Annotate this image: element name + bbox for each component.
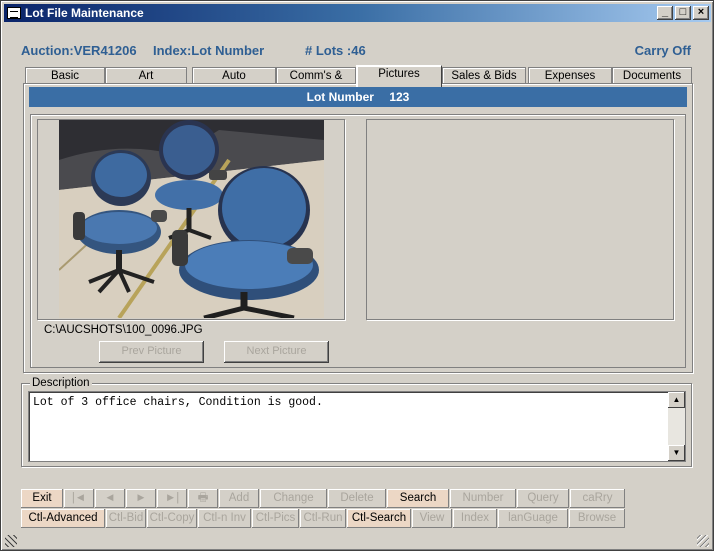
ctl-run-button[interactable]: Ctl-Run [300, 509, 346, 528]
auction-header: Auction:VER41206 Index:Lot Number # Lots… [21, 43, 691, 61]
delete-button[interactable]: Delete [328, 489, 386, 508]
prev-record-icon[interactable]: ◄ [95, 489, 125, 508]
description-group: Description Lot of 3 office chairs, Cond… [21, 377, 692, 467]
scroll-down-icon[interactable]: ▼ [668, 445, 685, 461]
resize-grip[interactable] [697, 535, 709, 547]
minimize-button[interactable]: _ [657, 6, 673, 20]
index-label: Index:Lot Number [153, 43, 265, 58]
query-button[interactable]: Query [517, 489, 569, 508]
add-button[interactable]: Add [219, 489, 259, 508]
lot-file-maintenance-window: Lot File Maintenance _ □ × Auction:VER41… [0, 0, 714, 551]
next-picture-button[interactable]: Next Picture [224, 341, 329, 363]
picture-slot-1[interactable] [37, 119, 345, 320]
ctl-copy-button[interactable]: Ctl-Copy [147, 509, 197, 528]
picture-filename: C:\AUCSHOTS\100_0096.JPG [44, 324, 203, 336]
pictures-panel: Lot Number 123 C:\AUCSHOTS\100_0096.JPG … [23, 83, 693, 373]
lot-number-label: Lot Number [306, 90, 374, 104]
maximize-button[interactable]: □ [675, 6, 691, 20]
browse-button[interactable]: Browse [569, 509, 625, 528]
corner-grip-left [5, 535, 17, 547]
app-icon [7, 7, 21, 19]
auction-label: Auction:VER41206 [21, 43, 137, 58]
picture-slot-2[interactable] [366, 119, 674, 320]
command-toolbar: Exit |◄ ◄ ► ►| 🖶 Add Change Delete Searc… [21, 489, 631, 529]
first-record-icon[interactable]: |◄ [64, 489, 94, 508]
description-textarea[interactable]: Lot of 3 office chairs, Condition is goo… [28, 391, 686, 462]
description-scrollbar[interactable]: ▲ ▼ [668, 392, 685, 461]
close-button[interactable]: × [693, 6, 709, 20]
office-chairs-image [59, 120, 324, 318]
ctl-bid-button[interactable]: Ctl-Bid [106, 509, 146, 528]
tab-strip: Basic Art Auto Comm's & Notes Pictures S… [23, 65, 693, 99]
lot-number-value: 123 [389, 90, 410, 104]
change-button[interactable]: Change [260, 489, 327, 508]
search-button[interactable]: Search [387, 489, 449, 508]
view-button[interactable]: View [412, 509, 452, 528]
description-text[interactable]: Lot of 3 office chairs, Condition is goo… [33, 396, 323, 409]
ctl-pics-button[interactable]: Ctl-Pics [252, 509, 299, 528]
exit-button[interactable]: Exit [21, 489, 63, 508]
ctl-search-button[interactable]: Ctl-Search [347, 509, 411, 528]
lots-count: # Lots :46 [305, 43, 366, 58]
scroll-up-icon[interactable]: ▲ [668, 392, 685, 408]
last-record-icon[interactable]: ►| [157, 489, 187, 508]
lot-number-bar: Lot Number 123 [29, 87, 687, 107]
description-legend: Description [30, 377, 92, 389]
office-chairs-photo [59, 120, 324, 318]
picture-frame: C:\AUCSHOTS\100_0096.JPG Prev Picture Ne… [30, 114, 686, 368]
number-button[interactable]: Number [450, 489, 516, 508]
prev-picture-button[interactable]: Prev Picture [99, 341, 204, 363]
window-title: Lot File Maintenance [25, 6, 144, 20]
ctl-n-inv-button[interactable]: Ctl-n Inv [198, 509, 251, 528]
carry-button[interactable]: caRry [570, 489, 625, 508]
language-button[interactable]: lanGuage [498, 509, 568, 528]
title-bar[interactable]: Lot File Maintenance _ □ × [4, 4, 711, 22]
ctl-advanced-button[interactable]: Ctl-Advanced [21, 509, 105, 528]
carry-status: Carry Off [634, 43, 691, 58]
next-record-icon[interactable]: ► [126, 489, 156, 508]
print-icon[interactable]: 🖶 [188, 489, 218, 508]
tab-pictures[interactable]: Pictures [356, 65, 442, 87]
index-button[interactable]: Index [453, 509, 497, 528]
